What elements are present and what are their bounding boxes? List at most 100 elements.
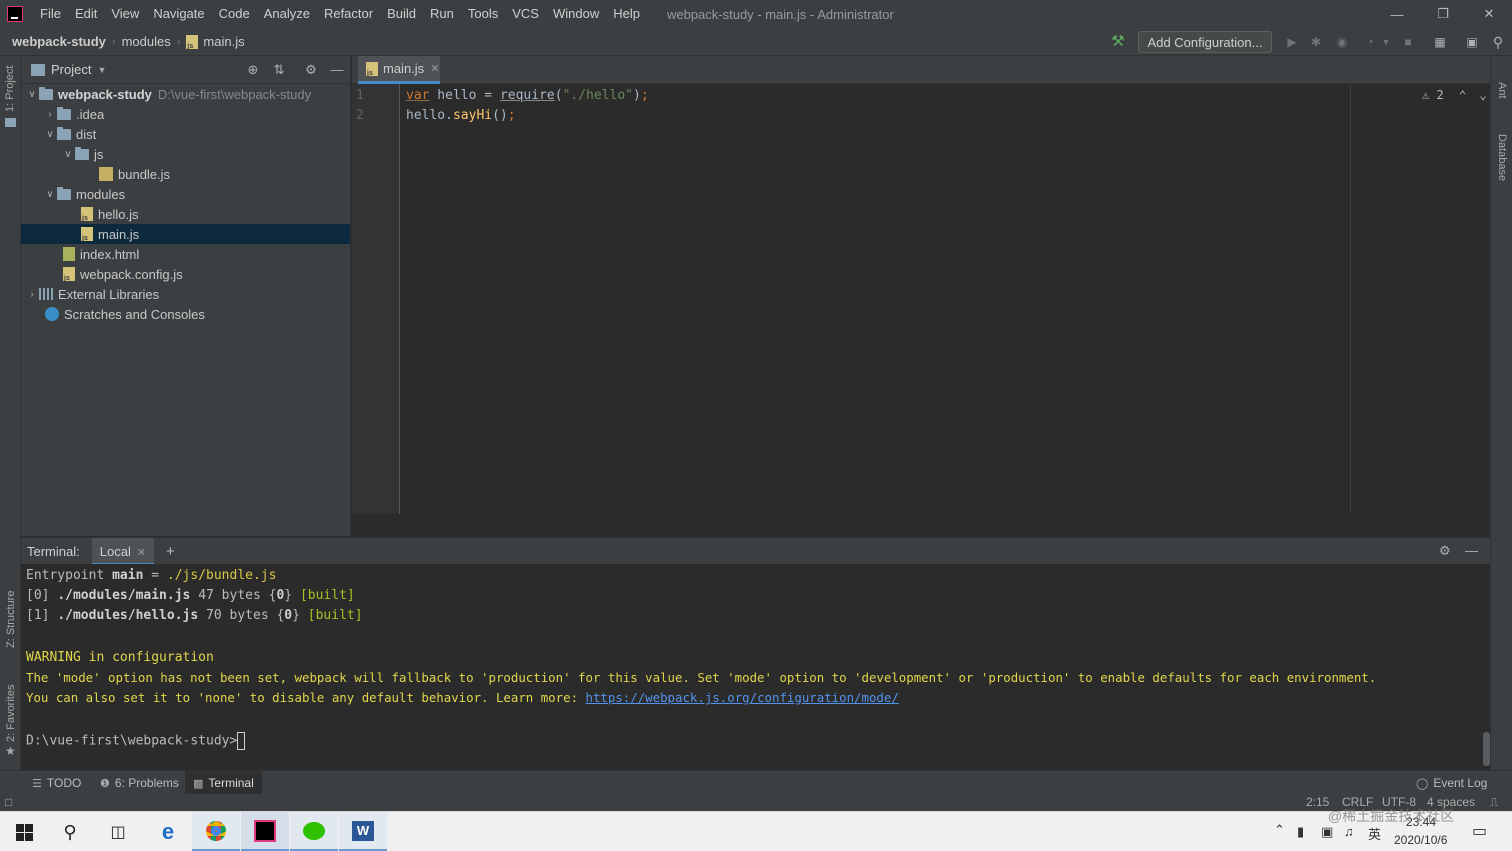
chevron-down-icon[interactable]: ∨ bbox=[61, 149, 75, 160]
terminal-tab-local[interactable]: Local ✕ bbox=[91, 537, 155, 565]
editor-tab-main-js[interactable]: main.js ✕ bbox=[358, 56, 440, 84]
menu-build[interactable]: Build bbox=[380, 0, 423, 28]
terminal-tool-button[interactable]: ▩ Terminal bbox=[185, 771, 262, 795]
clock-date[interactable]: 2020/10/6 bbox=[1394, 833, 1447, 847]
toggle-tool-windows-icon[interactable]: □ bbox=[5, 794, 12, 811]
ime-indicator[interactable]: 英 bbox=[1368, 824, 1381, 843]
structure-tool-tab[interactable]: Z: Structure bbox=[5, 591, 17, 648]
terminal-scrollbar[interactable] bbox=[1483, 732, 1490, 766]
collapse-all-icon[interactable]: ⇅ bbox=[271, 62, 287, 78]
volume-icon[interactable]: ♫ bbox=[1344, 824, 1354, 839]
run-icon[interactable]: ▶ bbox=[1284, 34, 1300, 50]
add-configuration-button[interactable]: Add Configuration... bbox=[1138, 31, 1272, 53]
close-icon[interactable]: ✕ bbox=[1466, 0, 1512, 28]
battery-icon[interactable]: ▮ bbox=[1297, 824, 1304, 840]
close-tab-icon[interactable]: ✕ bbox=[430, 62, 439, 75]
hide-icon[interactable]: — bbox=[1465, 543, 1478, 558]
tree-item-idea[interactable]: › .idea bbox=[21, 104, 350, 124]
breadcrumb-project[interactable]: webpack-study bbox=[12, 34, 106, 49]
project-view-selector[interactable]: Project bbox=[51, 62, 91, 77]
presentation-icon[interactable]: ▣ bbox=[1464, 34, 1480, 50]
code-line-2[interactable]: hello.sayHi(); bbox=[406, 108, 516, 123]
chevron-down-icon[interactable]: ▼ bbox=[97, 65, 106, 75]
ant-tool-tab[interactable]: Ant bbox=[1496, 82, 1508, 99]
database-tool-tab[interactable]: Database bbox=[1496, 134, 1508, 181]
chevron-down-icon[interactable]: ∨ bbox=[43, 189, 57, 200]
todo-tool-button[interactable]: ☰ TODO bbox=[24, 771, 89, 795]
menu-file[interactable]: File bbox=[33, 0, 68, 28]
terminal-prompt-line[interactable]: D:\vue-first\webpack-study> bbox=[26, 732, 246, 750]
chevron-up-icon[interactable]: ⌃ bbox=[1274, 822, 1285, 838]
menu-code[interactable]: Code bbox=[212, 0, 257, 28]
chevron-up-icon[interactable]: ⌃ bbox=[1459, 88, 1466, 102]
tree-item-main-js[interactable]: main.js bbox=[21, 224, 350, 244]
restore-icon[interactable]: ❐ bbox=[1420, 0, 1466, 28]
tree-item-modules[interactable]: ∨ modules bbox=[21, 184, 350, 204]
chevron-right-icon[interactable]: › bbox=[25, 289, 39, 300]
event-log-button[interactable]: ◯ Event Log bbox=[1408, 771, 1495, 795]
menu-refactor[interactable]: Refactor bbox=[317, 0, 380, 28]
inspection-widget[interactable]: ⚠ 2 ⌃ ⌄ bbox=[1422, 88, 1487, 102]
menu-tools[interactable]: Tools bbox=[461, 0, 505, 28]
tree-item-hello-js[interactable]: hello.js bbox=[21, 204, 350, 224]
tree-item-webpack-study[interactable]: ∨ webpack-study D:\vue-first\webpack-stu… bbox=[21, 84, 350, 104]
chrome-browser-icon[interactable] bbox=[192, 812, 240, 851]
coverage-icon[interactable]: ◉ bbox=[1334, 34, 1350, 50]
gear-icon[interactable]: ⚙ bbox=[303, 62, 319, 78]
menu-window[interactable]: Window bbox=[546, 0, 606, 28]
breadcrumb-file[interactable]: main.js bbox=[203, 34, 244, 49]
code-editor[interactable]: 1 2 var hello = require("./hello"); hell… bbox=[352, 84, 1490, 514]
wechat-icon[interactable] bbox=[290, 812, 338, 851]
chevron-down-icon[interactable]: ▼ bbox=[1378, 34, 1394, 50]
menu-analyze[interactable]: Analyze bbox=[257, 0, 317, 28]
menu-help[interactable]: Help bbox=[606, 0, 647, 28]
edge-browser-icon[interactable]: e bbox=[144, 812, 192, 851]
hide-icon[interactable]: — bbox=[329, 62, 345, 78]
list-icon: ☰ bbox=[32, 777, 42, 790]
network-icon[interactable]: ▣ bbox=[1321, 824, 1333, 840]
close-tab-icon[interactable]: ✕ bbox=[137, 547, 146, 559]
code-line-1[interactable]: var hello = require("./hello"); bbox=[406, 88, 649, 103]
menu-view[interactable]: View bbox=[104, 0, 146, 28]
project-structure-icon[interactable]: ▦ bbox=[1432, 34, 1448, 50]
tree-item-js[interactable]: ∨ js bbox=[21, 144, 350, 164]
menu-vcs[interactable]: VCS bbox=[505, 0, 546, 28]
favorites-tool-tab[interactable]: 2: Favorites bbox=[5, 685, 17, 742]
chevron-down-icon[interactable]: ∨ bbox=[25, 89, 39, 100]
chevron-down-icon[interactable]: ∨ bbox=[43, 129, 57, 140]
tree-item-dist[interactable]: ∨ dist bbox=[21, 124, 350, 144]
terminal-output[interactable]: Entrypoint main = ./js/bundle.js [0] ./m… bbox=[21, 564, 1490, 770]
locate-icon[interactable]: ⊕ bbox=[245, 62, 261, 78]
minimize-icon[interactable]: — bbox=[1374, 0, 1420, 28]
gear-icon[interactable]: ⚙ bbox=[1439, 543, 1451, 559]
tree-item-scratches[interactable]: Scratches and Consoles bbox=[21, 304, 350, 324]
new-terminal-plus-icon[interactable]: + bbox=[166, 543, 175, 560]
profile-icon[interactable]: ◔ bbox=[1362, 34, 1378, 50]
chevron-right-icon[interactable]: › bbox=[43, 109, 57, 120]
notification-icon[interactable]: ▭ bbox=[1472, 821, 1487, 841]
search-icon[interactable]: ⚲ bbox=[46, 812, 94, 851]
stop-icon[interactable]: ■ bbox=[1400, 34, 1416, 50]
problems-tool-button[interactable]: ❶ 6: Problems bbox=[92, 771, 187, 795]
menu-navigate[interactable]: Navigate bbox=[146, 0, 211, 28]
menu-run[interactable]: Run bbox=[423, 0, 461, 28]
build-hammer-icon[interactable]: ⚒ bbox=[1110, 34, 1126, 50]
tree-item-bundle-js[interactable]: bundle.js bbox=[21, 164, 350, 184]
intellij-idea-icon[interactable] bbox=[241, 812, 289, 851]
breadcrumb-folder[interactable]: modules bbox=[122, 34, 171, 49]
webpack-docs-link[interactable]: https://webpack.js.org/configuration/mod… bbox=[586, 690, 899, 705]
tree-item-external-libraries[interactable]: › External Libraries bbox=[21, 284, 350, 304]
windows-start-icon[interactable] bbox=[0, 812, 48, 851]
debug-icon[interactable]: ✱ bbox=[1308, 34, 1324, 50]
line-number: 2 bbox=[356, 108, 364, 123]
search-icon[interactable]: ⚲ bbox=[1490, 34, 1506, 50]
chevron-down-icon[interactable]: ⌄ bbox=[1479, 88, 1486, 102]
tree-item-webpack-config[interactable]: webpack.config.js bbox=[21, 264, 350, 284]
project-tool-tab[interactable]: 1: Project bbox=[4, 66, 16, 112]
tree-item-index-html[interactable]: index.html bbox=[21, 244, 350, 264]
word-icon[interactable]: W bbox=[339, 812, 387, 851]
lock-icon[interactable]: ⎍ bbox=[1490, 794, 1498, 811]
caret-position[interactable]: 2:15 bbox=[1306, 794, 1329, 811]
task-view-icon[interactable]: ◫ bbox=[94, 812, 142, 851]
menu-edit[interactable]: Edit bbox=[68, 0, 104, 28]
